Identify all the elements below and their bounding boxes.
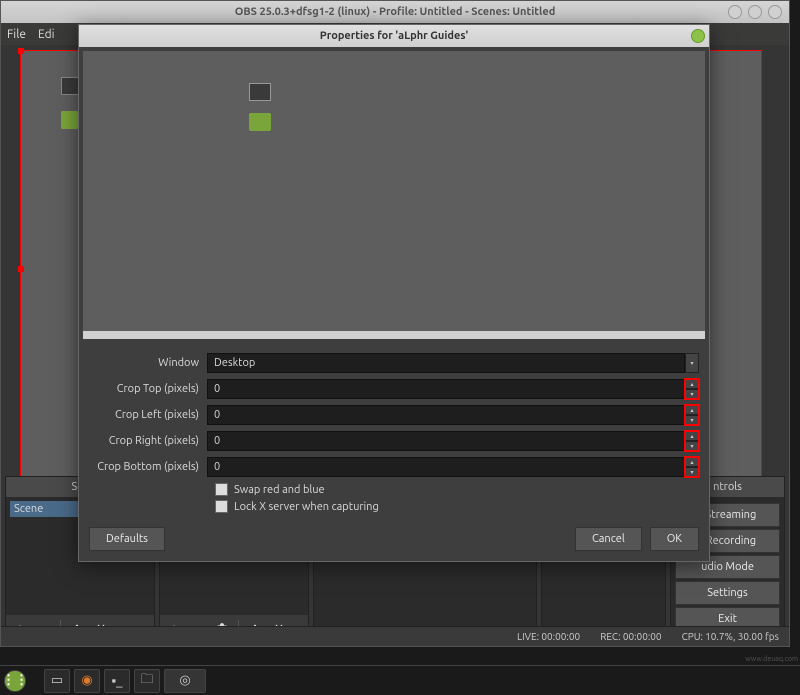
resize-handle[interactable] bbox=[18, 266, 24, 272]
status-cpu: CPU: 10.7%, 30.00 fps bbox=[682, 631, 779, 642]
ok-button[interactable]: OK bbox=[650, 527, 699, 551]
dialog-titlebar[interactable]: Properties for 'aLphr Guides' bbox=[79, 25, 709, 47]
status-rec: REC: 00:00:00 bbox=[600, 631, 661, 642]
crop-left-input[interactable] bbox=[207, 405, 685, 425]
step-up-icon[interactable]: ▴ bbox=[685, 431, 699, 441]
close-icon[interactable] bbox=[768, 5, 782, 19]
mint-menu-icon[interactable]: ⋮⋮ bbox=[4, 670, 26, 692]
menu-edit[interactable]: Edi bbox=[38, 28, 55, 41]
main-titlebar[interactable]: OBS 25.0.3+dfsg1-2 (linux) - Profile: Un… bbox=[1, 1, 789, 23]
step-down-icon[interactable]: ▾ bbox=[685, 415, 699, 425]
lock-x-label: Lock X server when capturing bbox=[234, 501, 379, 513]
terminal-icon[interactable]: ▪_ bbox=[104, 669, 130, 693]
taskbar-obs-icon[interactable]: ◎ bbox=[164, 669, 206, 693]
crop-left-label: Crop Left (pixels) bbox=[89, 409, 207, 421]
defaults-button[interactable]: Defaults bbox=[89, 527, 165, 551]
dropdown-icon[interactable]: ▾ bbox=[685, 353, 699, 373]
dialog-close-icon[interactable] bbox=[691, 29, 705, 43]
source-preview bbox=[83, 51, 705, 339]
crop-right-input[interactable] bbox=[207, 431, 685, 451]
swap-rb-label: Swap red and blue bbox=[234, 484, 325, 496]
properties-dialog: Properties for 'aLphr Guides' Window ▾ C… bbox=[78, 24, 710, 562]
show-desktop-icon[interactable]: ▭ bbox=[44, 669, 70, 693]
desktop-taskbar bbox=[83, 331, 705, 339]
swap-rb-checkbox[interactable] bbox=[215, 483, 228, 496]
menu-file[interactable]: File bbox=[7, 28, 26, 41]
step-up-icon[interactable]: ▴ bbox=[685, 379, 699, 389]
desktop-folder-icon bbox=[249, 113, 271, 131]
files-icon[interactable]: 🗀 bbox=[134, 669, 160, 693]
cancel-button[interactable]: Cancel bbox=[575, 527, 642, 551]
statusbar: LIVE: 00:00:00 REC: 00:00:00 CPU: 10.7%,… bbox=[1, 626, 789, 646]
firefox-icon[interactable]: ◉ bbox=[74, 669, 100, 693]
settings-button[interactable]: Settings bbox=[675, 581, 780, 605]
window-label: Window bbox=[89, 357, 207, 369]
step-up-icon[interactable]: ▴ bbox=[685, 405, 699, 415]
crop-bottom-label: Crop Bottom (pixels) bbox=[89, 461, 207, 473]
lock-x-checkbox[interactable] bbox=[215, 500, 228, 513]
watermark: www.deuaq.com bbox=[745, 655, 798, 663]
status-live: LIVE: 00:00:00 bbox=[517, 631, 580, 642]
desktop-taskbar: ⋮⋮ ▭ ◉ ▪_ 🗀 ◎ bbox=[0, 665, 800, 695]
step-down-icon[interactable]: ▾ bbox=[685, 467, 699, 477]
crop-top-input[interactable] bbox=[207, 379, 685, 399]
step-down-icon[interactable]: ▾ bbox=[685, 441, 699, 451]
dialog-title: Properties for 'aLphr Guides' bbox=[79, 30, 709, 42]
crop-top-label: Crop Top (pixels) bbox=[89, 383, 207, 395]
crop-right-label: Crop Right (pixels) bbox=[89, 435, 207, 447]
minimize-icon[interactable] bbox=[728, 5, 742, 19]
window-select[interactable] bbox=[207, 353, 685, 373]
desktop-computer-icon bbox=[249, 83, 271, 101]
properties-form: Window ▾ Crop Top (pixels) ▴▾ Crop Left … bbox=[79, 343, 709, 517]
resize-handle[interactable] bbox=[18, 48, 24, 54]
window-title: OBS 25.0.3+dfsg1-2 (linux) - Profile: Un… bbox=[1, 6, 789, 18]
step-up-icon[interactable]: ▴ bbox=[685, 457, 699, 467]
maximize-icon[interactable] bbox=[748, 5, 762, 19]
step-down-icon[interactable]: ▾ bbox=[685, 389, 699, 399]
crop-bottom-input[interactable] bbox=[207, 457, 685, 477]
